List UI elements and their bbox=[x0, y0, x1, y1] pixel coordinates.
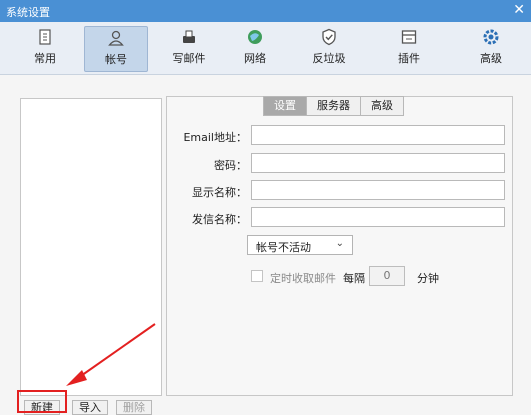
highlight-box bbox=[17, 390, 67, 413]
annotation-arrow bbox=[66, 323, 156, 386]
